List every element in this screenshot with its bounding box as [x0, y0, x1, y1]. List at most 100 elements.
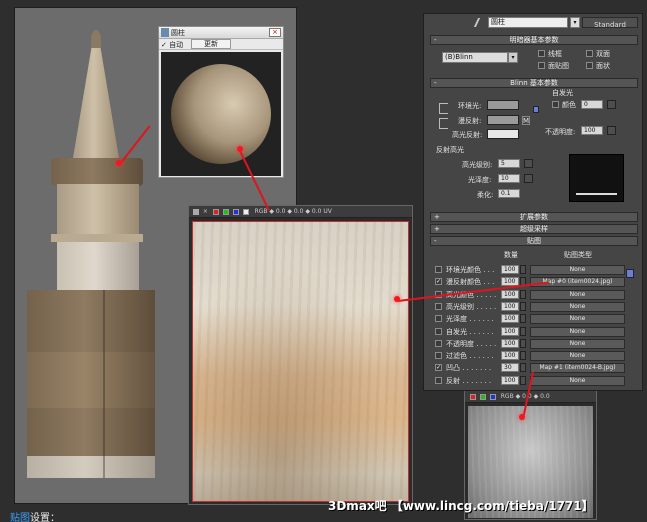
map-enable-checkbox[interactable]: [435, 327, 442, 335]
self-illum-value[interactable]: 0: [581, 100, 603, 109]
face-map-label: 面贴图: [548, 62, 569, 70]
save-icon[interactable]: [193, 208, 199, 215]
diffuse-color-swatch[interactable]: [487, 115, 519, 125]
material-name-dropdown-icon[interactable]: ▾: [570, 17, 580, 28]
close-icon[interactable]: ×: [269, 28, 281, 37]
blue-channel-icon[interactable]: [489, 393, 496, 400]
map-amount-spinner[interactable]: [520, 265, 526, 274]
diffuse-map-button[interactable]: M: [522, 116, 530, 125]
material-name-field[interactable]: 圆柱: [488, 17, 568, 28]
texture-toolbar[interactable]: × RGB ◆ 0.0 ◆ 0.0 ◆ 0.0 UV: [189, 206, 412, 218]
map-slot-button[interactable]: None: [530, 351, 625, 362]
supersampling-rollout[interactable]: + 超级采样: [430, 224, 638, 234]
material-preview-window[interactable]: 圆柱 × ✓ 自动 更新: [158, 26, 284, 178]
tower-base-lower: [27, 408, 155, 456]
diffuse-texture-window[interactable]: × RGB ◆ 0.0 ◆ 0.0 ◆ 0.0 UV: [188, 205, 413, 505]
map-amount-value[interactable]: 30: [501, 363, 519, 373]
map-amount-spinner[interactable]: [520, 375, 526, 385]
red-channel-icon[interactable]: [470, 393, 476, 400]
glossiness-value[interactable]: 10: [498, 174, 520, 183]
maps-rollout[interactable]: - 贴图: [430, 236, 638, 246]
map-slot-button[interactable]: None: [530, 314, 625, 325]
map-amount-value[interactable]: 100: [501, 338, 519, 348]
map-amount-spinner[interactable]: [520, 314, 526, 324]
map-enable-checkbox[interactable]: [435, 352, 442, 360]
faceted-checkbox[interactable]: [586, 62, 593, 69]
material-type-button[interactable]: Standard: [582, 17, 638, 29]
map-type-column-header: 贴图类型: [564, 251, 592, 259]
bump-texture-toolbar[interactable]: RGB ◆ 0.0 ◆ 0.0: [465, 391, 596, 403]
map-enable-checkbox[interactable]: ✓: [435, 278, 442, 286]
map-amount-value[interactable]: 100: [501, 265, 519, 274]
map-slot-button[interactable]: None: [530, 326, 625, 337]
map-enable-checkbox[interactable]: [435, 302, 442, 310]
self-illum-map-button[interactable]: [607, 100, 616, 109]
shader-basic-rollout[interactable]: - 明暗器基本参数: [430, 35, 638, 45]
tower-octagonal-ring: [51, 158, 143, 186]
material-parameters-panel[interactable]: 圆柱 ▾ Standard - 明暗器基本参数 (B)Blinn ▾ 线框 双面 …: [423, 13, 643, 391]
watermark: 3Dmax吧 【www.lincg.com/tieba/1771】: [328, 499, 594, 513]
map-slot-button[interactable]: Map #1 (item0024-B.jpg): [530, 363, 625, 374]
blue-channel-icon[interactable]: [232, 208, 239, 215]
map-slot-label: 自发光 . . . . . .: [446, 327, 494, 336]
glossiness-map-button[interactable]: [524, 174, 533, 183]
extended-params-rollout[interactable]: + 扩展参数: [430, 212, 638, 222]
map-slot-label: 环境光颜色 . . .: [446, 266, 495, 274]
map-slot-button[interactable]: None: [530, 289, 625, 300]
map-amount-spinner[interactable]: [520, 363, 526, 373]
preview-titlebar[interactable]: 圆柱 ×: [159, 27, 283, 39]
green-channel-icon[interactable]: [222, 208, 229, 215]
specular-level-value[interactable]: 5: [498, 159, 520, 168]
map-slot-button[interactable]: None: [530, 301, 625, 312]
map-amount-value[interactable]: 100: [501, 326, 519, 336]
map-amount-spinner[interactable]: [520, 326, 526, 336]
map-amount-spinner[interactable]: [520, 301, 526, 311]
map-amount-value[interactable]: 100: [501, 375, 519, 385]
alpha-channel-icon[interactable]: [242, 208, 249, 215]
blinn-basic-rollout[interactable]: - Blinn 基本参数: [430, 78, 638, 88]
lock-ambient-diffuse-icon[interactable]: [439, 103, 448, 114]
wire-checkbox[interactable]: [538, 50, 545, 57]
opacity-map-button[interactable]: [607, 126, 616, 135]
clear-icon[interactable]: ×: [203, 208, 208, 215]
map-slot-button[interactable]: None: [530, 375, 625, 386]
specular-level-map-button[interactable]: [524, 159, 533, 168]
auto-checkbox[interactable]: ✓ 自动: [161, 40, 183, 50]
self-illum-color-checkbox[interactable]: [552, 101, 559, 108]
lock-swatch-icon[interactable]: [533, 106, 539, 113]
map-amount-spinner[interactable]: [520, 338, 526, 348]
specular-color-swatch[interactable]: [487, 129, 519, 139]
shader-dropdown-icon[interactable]: ▾: [508, 52, 518, 63]
map-amount-value[interactable]: 100: [501, 289, 519, 299]
ambient-label: 环境光:: [458, 102, 482, 110]
map-amount-value[interactable]: 100: [501, 301, 519, 311]
map-slot-button[interactable]: None: [530, 265, 625, 275]
callout-dot: [394, 296, 400, 302]
map-amount-value[interactable]: 100: [501, 351, 519, 361]
red-channel-icon[interactable]: [212, 208, 219, 215]
map-enable-checkbox[interactable]: [435, 376, 442, 384]
map-slot-label: 凹凸 . . . . . . .: [446, 364, 492, 373]
soften-value[interactable]: 0.1: [498, 189, 520, 198]
map-slot-button[interactable]: None: [530, 338, 625, 349]
map-amount-spinner[interactable]: [520, 289, 526, 299]
map-row: 光泽度 . . . . . . 100 None: [424, 313, 642, 325]
tower-finial: [91, 30, 101, 50]
tower-base-middle: [27, 352, 155, 408]
map-enable-checkbox[interactable]: [435, 339, 442, 347]
eyedropper-icon[interactable]: [473, 18, 487, 27]
map-amount-value[interactable]: 100: [501, 314, 519, 324]
opacity-value[interactable]: 100: [581, 126, 603, 135]
map-enable-checkbox[interactable]: ✓: [435, 364, 442, 372]
ambient-color-swatch[interactable]: [487, 100, 519, 110]
two-sided-checkbox[interactable]: [586, 50, 593, 57]
map-amount-spinner[interactable]: [520, 351, 526, 361]
lock-diffuse-specular-icon[interactable]: [439, 118, 448, 129]
green-channel-icon[interactable]: [479, 393, 486, 400]
caption-link[interactable]: 贴图: [10, 513, 30, 522]
update-button[interactable]: 更新: [191, 39, 231, 49]
map-enable-checkbox[interactable]: [435, 315, 442, 323]
face-map-checkbox[interactable]: [538, 62, 545, 69]
map-enable-checkbox[interactable]: [435, 266, 442, 273]
shader-type-select[interactable]: (B)Blinn: [442, 52, 508, 63]
